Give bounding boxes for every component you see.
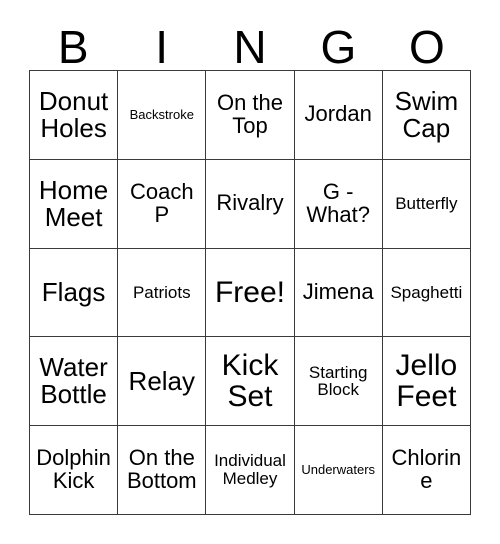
bingo-cell-label: Relay — [128, 365, 196, 396]
bingo-cell-label: Swim Cap — [394, 85, 459, 143]
bingo-cell-label: Jordan — [304, 101, 372, 127]
bingo-cell-b4[interactable]: Water Bottle — [30, 337, 119, 427]
bingo-cell-label: G - What? — [306, 178, 370, 227]
bingo-header-letter-o: O — [408, 21, 445, 73]
bingo-cell-i3[interactable]: Patriots — [118, 248, 207, 338]
bingo-cell-i5[interactable]: On the Bottom — [118, 426, 207, 515]
bingo-cell-label: Jello Feet — [395, 349, 458, 414]
bingo-cell-o4[interactable]: Jello Feet — [382, 337, 471, 427]
bingo-cell-g1[interactable]: Jordan — [294, 71, 383, 160]
bingo-cell-o1[interactable]: Swim Cap — [382, 71, 471, 160]
bingo-cell-label: Spaghetti — [390, 282, 463, 302]
bingo-card: B I N G O Donut Holes Backstroke On the … — [29, 22, 471, 515]
bingo-cell-label: Water Bottle — [39, 352, 108, 410]
bingo-cell-n5[interactable]: Individual Medley — [206, 426, 295, 515]
bingo-cell-b1[interactable]: Donut Holes — [30, 71, 119, 160]
bingo-cell-label: Backstroke — [129, 107, 194, 123]
bingo-cell-b5[interactable]: Dolphin Kick — [30, 426, 119, 515]
bingo-cell-g3[interactable]: Jimena — [294, 248, 383, 338]
bingo-cell-label: Kick Set — [221, 349, 279, 414]
bingo-cell-label: Home Meet — [38, 174, 109, 232]
bingo-cell-b2[interactable]: Home Meet — [30, 159, 119, 249]
bingo-cell-label: On the Bottom — [126, 445, 197, 494]
bingo-cell-label: Patriots — [132, 282, 191, 302]
bingo-cell-o5[interactable]: Chlorine — [382, 426, 471, 515]
bingo-cell-n2[interactable]: Rivalry — [206, 159, 295, 249]
bingo-cell-g5[interactable]: Underwaters — [294, 426, 383, 515]
bingo-cell-n4[interactable]: Kick Set — [206, 337, 295, 427]
bingo-cell-n1[interactable]: On the Top — [206, 71, 295, 160]
bingo-cell-label: Coach P — [129, 178, 194, 227]
bingo-header-letter-i: I — [155, 21, 168, 73]
bingo-cell-i1[interactable]: Backstroke — [118, 71, 207, 160]
bingo-cell-label: Rivalry — [216, 190, 284, 216]
bingo-cell-label: Chlorine — [391, 445, 462, 494]
bingo-cell-label: Underwaters — [301, 462, 376, 478]
bingo-cell-label: Free! — [214, 275, 285, 309]
bingo-cell-label: Dolphin Kick — [36, 445, 111, 494]
bingo-cell-label: Donut Holes — [38, 85, 109, 143]
bingo-cell-free-space[interactable]: Free! — [206, 248, 295, 338]
bingo-cell-label: Jimena — [302, 279, 374, 305]
bingo-cell-label: Flags — [41, 276, 106, 307]
bingo-cell-label: Starting Block — [308, 362, 368, 400]
bingo-cell-label: On the Top — [216, 90, 284, 138]
bingo-grid: Donut Holes Backstroke On the Top Jordan… — [29, 70, 471, 515]
bingo-cell-label: Butterfly — [395, 193, 458, 213]
bingo-header-letter-n: N — [233, 21, 267, 73]
bingo-cell-i4[interactable]: Relay — [118, 337, 207, 427]
bingo-cell-b3[interactable]: Flags — [30, 248, 119, 338]
bingo-cell-g2[interactable]: G - What? — [294, 159, 383, 249]
bingo-cell-g4[interactable]: Starting Block — [294, 337, 383, 427]
bingo-cell-o3[interactable]: Spaghetti — [382, 248, 471, 338]
bingo-header-letter-b: B — [57, 21, 89, 73]
bingo-cell-i2[interactable]: Coach P — [118, 159, 207, 249]
bingo-cell-o2[interactable]: Butterfly — [382, 159, 471, 249]
bingo-header: B I N G O — [29, 22, 471, 70]
bingo-header-letter-g: G — [320, 21, 357, 73]
bingo-cell-label: Individual Medley — [214, 451, 286, 489]
